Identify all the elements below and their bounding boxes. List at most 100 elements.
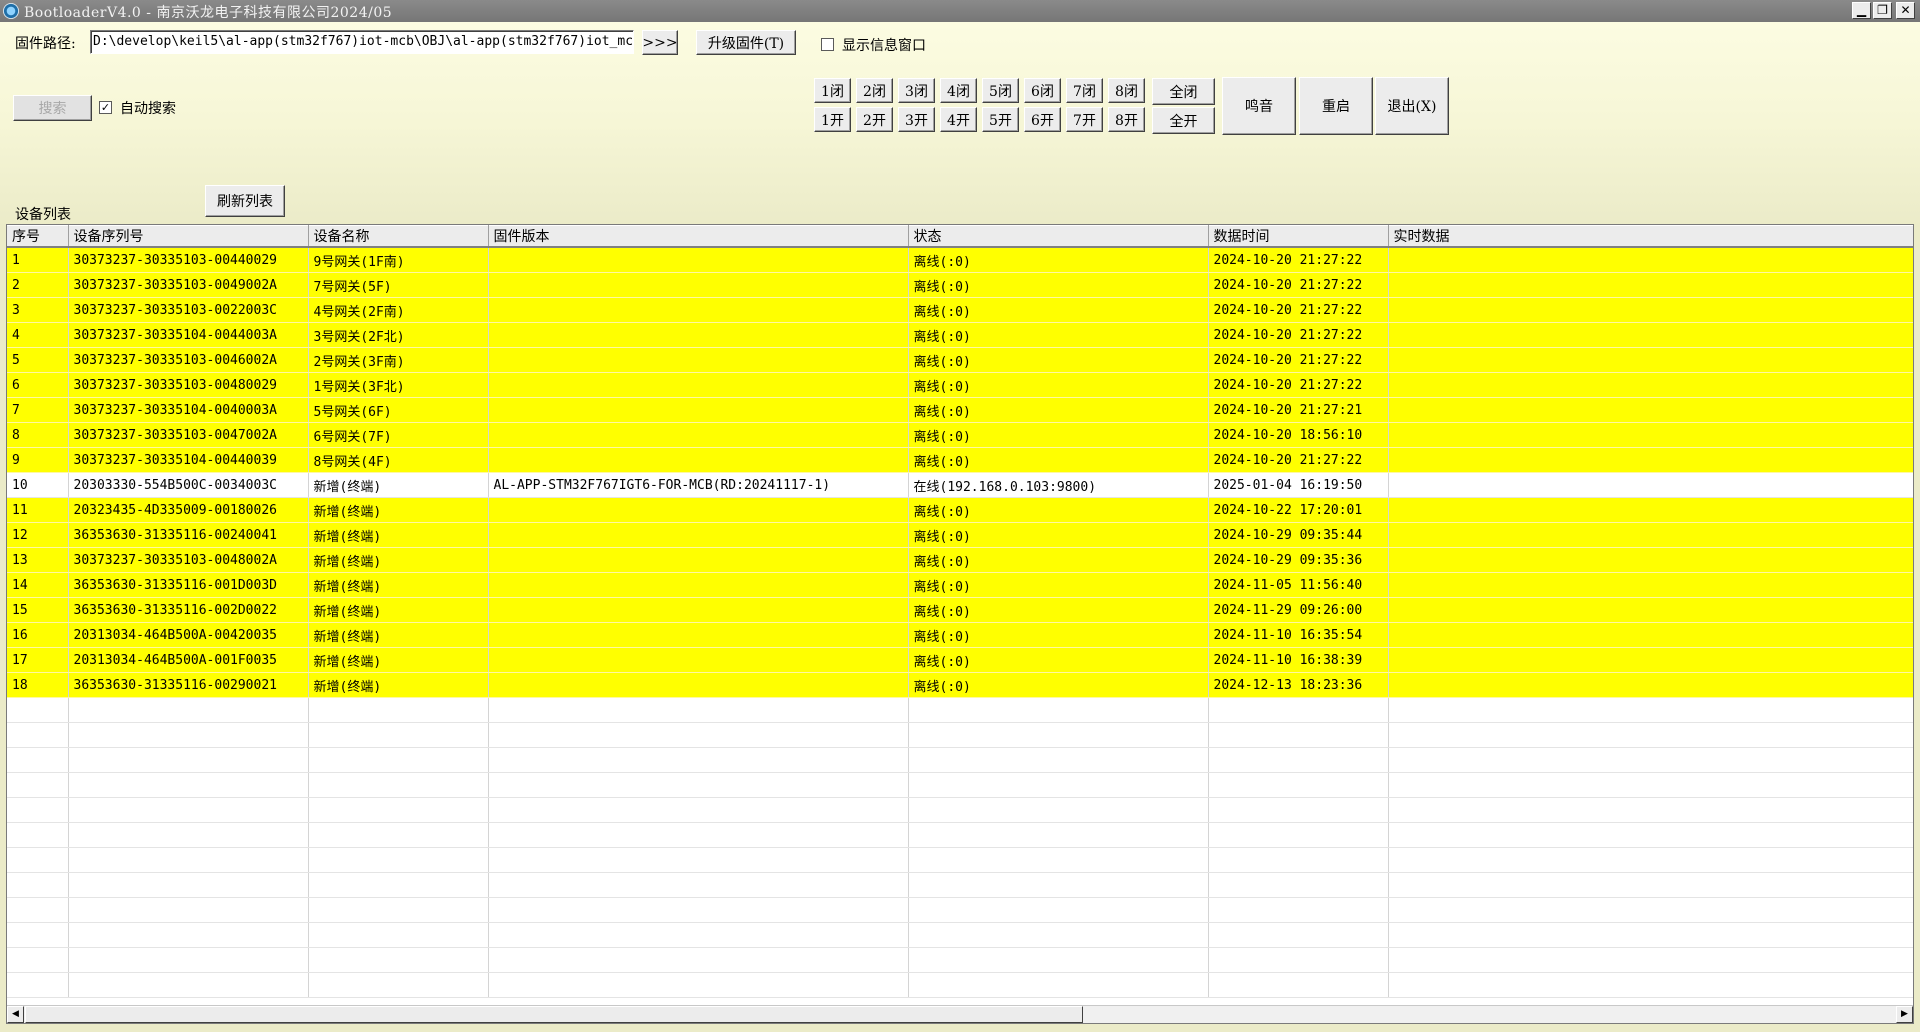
table-row[interactable]: 9 30373237-30335104-00440039 8号网关(4F) 离线(:0… [7,447,1913,473]
relay-open-6-button[interactable]: 6开 [1024,107,1061,132]
relay-open-3-button[interactable]: 3开 [898,107,935,132]
table-row[interactable]: 17 20313034-464B500A-001F0035 新增(终端) 离线(:0)… [7,647,1913,673]
table-row[interactable]: 10 20303330-554B500C-0034003C 新增(终端) AL-APP… [7,472,1913,498]
cell-firmware [488,647,909,673]
empty-cell [1208,747,1389,773]
relay-open-4-button[interactable]: 4开 [940,107,977,132]
exit-button[interactable]: 退出(X) [1375,77,1449,135]
cell-name: 2号网关(3F南) [308,347,489,373]
relay-close-8-button[interactable]: 8闭 [1108,78,1145,103]
empty-cell [908,722,1209,748]
cell-realtime [1388,447,1913,473]
relay-open-8-button[interactable]: 8开 [1108,107,1145,132]
relay-open-5-button[interactable]: 5开 [982,107,1019,132]
table-row[interactable]: 16 20313034-464B500A-00420035 新增(终端) 离线(:0)… [7,622,1913,648]
cell-status: 离线(:0) [908,497,1209,523]
restart-button[interactable]: 重启 [1299,77,1373,135]
cell-realtime [1388,397,1913,423]
empty-cell [68,822,309,848]
table-row[interactable]: 12 36353630-31335116-00240041 新增(终端) 离线(:0)… [7,522,1913,548]
empty-cell [68,897,309,923]
restore-button[interactable]: ❐ [1873,2,1892,19]
scroll-right-arrow-icon[interactable]: ▶ [1896,1006,1913,1023]
search-button[interactable]: 搜索 [13,95,92,121]
beep-button[interactable]: 鸣音 [1222,77,1296,135]
empty-row [7,797,1913,823]
browse-button[interactable]: >>> [642,30,678,55]
cell-firmware [488,497,909,523]
relay-open-7-button[interactable]: 7开 [1066,107,1103,132]
column-header[interactable]: 状态 [908,225,1209,248]
refresh-list-button[interactable]: 刷新列表 [205,185,285,217]
app-icon [3,3,19,19]
cell-status: 离线(:0) [908,447,1209,473]
relay-close-2-button[interactable]: 2闭 [856,78,893,103]
empty-row [7,822,1913,848]
relay-close-1-button[interactable]: 1闭 [814,78,851,103]
empty-cell [908,872,1209,898]
cell-realtime [1388,547,1913,573]
cell-index: 7 [7,397,69,423]
cell-status: 离线(:0) [908,397,1209,423]
cell-firmware [488,272,909,298]
cell-realtime [1388,622,1913,648]
table-row[interactable]: 5 30373237-30335103-0046002A 2号网关(3F南) 离线(:… [7,347,1913,373]
title-bar: BootloaderV4.0 - 南京沃龙电子科技有限公司2024/05 ▁ ❐… [0,0,1920,22]
table-row[interactable]: 15 36353630-31335116-002D0022 新增(终端) 离线(:0)… [7,597,1913,623]
all-close-button[interactable]: 全闭 [1152,78,1215,105]
column-header[interactable]: 固件版本 [488,225,909,248]
cell-status: 离线(:0) [908,547,1209,573]
relay-close-7-button[interactable]: 7闭 [1066,78,1103,103]
table-row[interactable]: 13 30373237-30335103-0048002A 新增(终端) 离线(:0)… [7,547,1913,573]
minimize-button[interactable]: ▁ [1852,2,1871,19]
device-list-grid[interactable]: 序号 设备序列号 设备名称 固件版本 状态 数据时间 实时数据 1 30373237-3033… [6,224,1914,1024]
table-row[interactable]: 11 20323435-4D335009-00180026 新增(终端) 离线(:0)… [7,497,1913,523]
all-open-button[interactable]: 全开 [1152,107,1215,134]
cell-status: 离线(:0) [908,572,1209,598]
horizontal-scrollbar[interactable]: ◀ ▶ [7,1005,1913,1023]
empty-cell [488,947,909,973]
empty-cell [488,897,909,923]
relay-close-5-button[interactable]: 5闭 [982,78,1019,103]
empty-cell [1208,922,1389,948]
firmware-path-input[interactable]: D:\develop\keil5\al-app(stm32f767)iot-mc… [90,30,634,54]
column-header[interactable]: 设备序列号 [68,225,309,248]
column-header[interactable]: 数据时间 [1208,225,1389,248]
cell-firmware [488,597,909,623]
cell-name: 3号网关(2F北) [308,322,489,348]
cell-name: 4号网关(2F南) [308,297,489,323]
relay-close-6-button[interactable]: 6闭 [1024,78,1061,103]
table-row[interactable]: 1 30373237-30335103-00440029 9号网关(1F南) 离线(:… [7,247,1913,273]
empty-cell [908,922,1209,948]
table-row[interactable]: 14 36353630-31335116-001D003D 新增(终端) 离线(:0)… [7,572,1913,598]
table-row[interactable]: 4 30373237-30335104-0044003A 3号网关(2F北) 离线(:… [7,322,1913,348]
table-row[interactable]: 8 30373237-30335103-0047002A 6号网关(7F) 离线(:0… [7,422,1913,448]
relay-close-4-button[interactable]: 4闭 [940,78,977,103]
table-row[interactable]: 6 30373237-30335103-00480029 1号网关(3F北) 离线(:… [7,372,1913,398]
empty-row [7,722,1913,748]
table-row[interactable]: 3 30373237-30335103-0022003C 4号网关(2F南) 离线(:… [7,297,1913,323]
cell-serial: 20313034-464B500A-00420035 [68,622,309,648]
column-header[interactable]: 序号 [7,225,69,248]
column-header[interactable]: 实时数据 [1388,225,1913,248]
empty-cell [488,797,909,823]
auto-search-checkbox[interactable]: ✓ [99,101,112,114]
cell-status: 离线(:0) [908,372,1209,398]
table-row[interactable]: 7 30373237-30335104-0040003A 5号网关(6F) 离线(:0… [7,397,1913,423]
relay-open-1-button[interactable]: 1开 [814,107,851,132]
column-header[interactable]: 设备名称 [308,225,489,248]
show-info-label: 显示信息窗口 [842,38,926,54]
table-body: 1 30373237-30335103-00440029 9号网关(1F南) 离线(:… [7,247,1913,998]
upgrade-firmware-button[interactable]: 升级固件(T) [696,30,796,55]
relay-open-2-button[interactable]: 2开 [856,107,893,132]
scroll-left-arrow-icon[interactable]: ◀ [7,1006,24,1023]
auto-search-label: 自动搜索 [120,101,176,117]
table-row[interactable]: 18 36353630-31335116-00290021 新增(终端) 离线(:0)… [7,672,1913,698]
empty-cell [908,822,1209,848]
show-info-checkbox[interactable] [821,38,834,51]
scroll-thumb[interactable] [25,1006,1083,1023]
table-row[interactable]: 2 30373237-30335103-0049002A 7号网关(5F) 离线(:0… [7,272,1913,298]
cell-realtime [1388,472,1913,498]
close-button[interactable]: ✕ [1896,2,1915,19]
relay-close-3-button[interactable]: 3闭 [898,78,935,103]
